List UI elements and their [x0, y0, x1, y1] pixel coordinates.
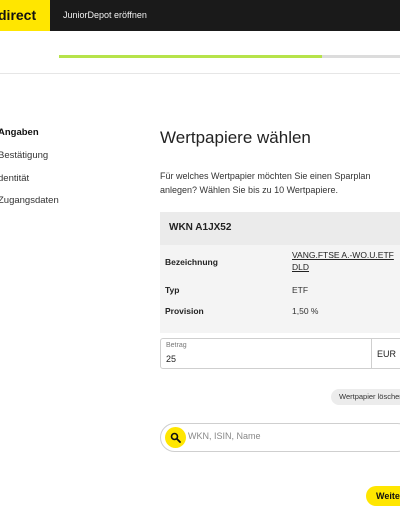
security-name-link[interactable]: VANG.FTSE A.-WO.U.ETF DLD [292, 249, 400, 273]
label-bezeichnung: Bezeichnung [165, 257, 218, 267]
value-typ: ETF [292, 285, 309, 295]
step-identitaet[interactable]: dentität [0, 173, 29, 184]
step-bestaetigung[interactable]: Bestätigung [0, 150, 48, 161]
label-typ: Typ [165, 285, 180, 295]
security-search[interactable] [160, 423, 400, 452]
search-icon[interactable] [165, 427, 186, 448]
security-card: WKN A1JX52 Bezeichnung VANG.FTSE A.-WO.U… [160, 212, 400, 333]
intro-text: Für welches Wertpapier möchten Sie einen… [160, 171, 371, 195]
amount-value[interactable]: 25 [166, 354, 176, 364]
currency-value: EUR [377, 349, 397, 359]
security-card-header: WKN A1JX52 [160, 212, 400, 245]
progress-area [0, 31, 400, 74]
amount-label: Betrag [166, 342, 187, 349]
amount-field[interactable]: Betrag 25 [160, 338, 372, 369]
page-title: Wertpapiere wählen [160, 128, 311, 147]
delete-security-button[interactable]: Wertpapier löschen [331, 389, 400, 405]
value-provision: 1,50 % [292, 306, 319, 316]
search-input[interactable] [188, 431, 388, 441]
step-zugangsdaten[interactable]: Zugangsdaten [0, 195, 59, 206]
app-title: JuniorDepot eröffnen [63, 10, 147, 20]
top-bar: direct JuniorDepot eröffnen [0, 0, 400, 31]
step-angaben[interactable]: Angaben [0, 127, 39, 138]
progress-fill [59, 55, 322, 58]
brand-logo[interactable]: direct [0, 0, 50, 31]
wkn-title: WKN A1JX52 [169, 222, 232, 233]
currency-select[interactable]: EUR [371, 338, 400, 369]
next-button[interactable]: Weiter [366, 486, 400, 506]
label-provision: Provision [165, 306, 204, 316]
progress-bar [59, 55, 400, 58]
